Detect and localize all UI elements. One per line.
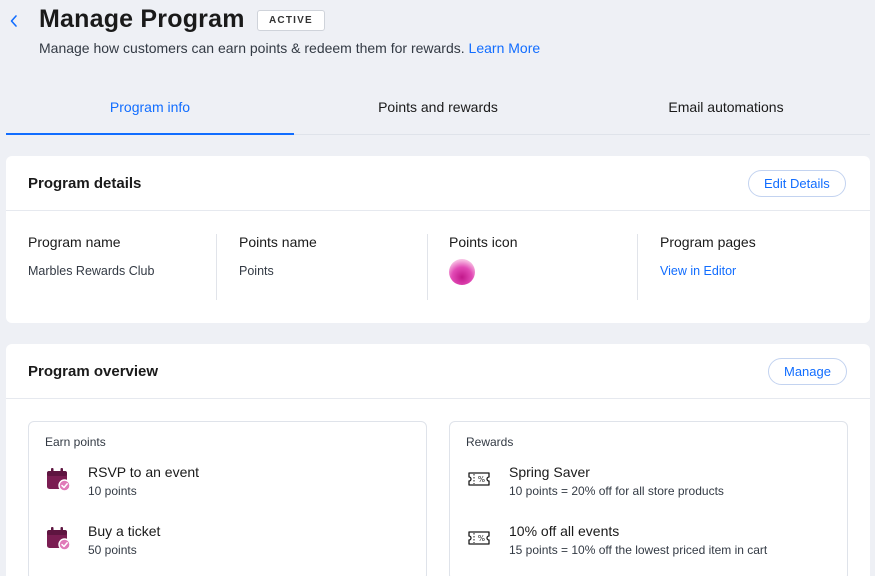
earn-points-panel: Earn points RSVP to an event 10 points B… bbox=[28, 421, 427, 576]
earn-item-points: 10 points bbox=[88, 484, 137, 498]
program-details-header: Program details Edit Details bbox=[6, 156, 870, 211]
tab-email-automations[interactable]: Email automations bbox=[582, 84, 870, 135]
coupon-icon: % bbox=[468, 472, 490, 486]
rewards-panel: Rewards % Spring Saver 10 points = 20% o… bbox=[449, 421, 848, 576]
chevron-left-icon bbox=[10, 15, 17, 27]
column-divider bbox=[637, 234, 638, 300]
page-header: Manage Program ACTIVE Manage how custome… bbox=[0, 0, 875, 70]
rewards-label: Rewards bbox=[466, 435, 514, 449]
subtitle-text: Manage how customers can earn points & r… bbox=[39, 40, 465, 56]
program-details-title: Program details bbox=[28, 175, 142, 192]
marble-icon bbox=[449, 259, 475, 285]
tab-program-info[interactable]: Program info bbox=[6, 84, 294, 135]
list-item[interactable]: RSVP to an event 10 points bbox=[45, 464, 415, 504]
list-item[interactable]: % Spring Saver 10 points = 20% off for a… bbox=[466, 464, 836, 504]
svg-text:%: % bbox=[478, 475, 485, 484]
coupon-icon: % bbox=[468, 531, 490, 545]
reward-item-title: 10% off all events bbox=[509, 523, 620, 539]
manage-button[interactable]: Manage bbox=[768, 358, 847, 385]
program-name-label: Program name bbox=[28, 234, 121, 250]
reward-item-desc: 10 points = 20% off for all store produc… bbox=[509, 484, 724, 498]
program-pages-label: Program pages bbox=[660, 234, 756, 250]
status-badge: ACTIVE bbox=[257, 10, 325, 31]
earn-points-label: Earn points bbox=[45, 435, 106, 449]
earn-item-title: RSVP to an event bbox=[88, 464, 200, 480]
points-name-value: Points bbox=[239, 264, 274, 278]
back-button[interactable] bbox=[4, 10, 24, 32]
list-item[interactable]: Buy a ticket 50 points bbox=[45, 523, 415, 563]
program-name-field: Program name Marbles Rewards Club bbox=[28, 234, 154, 300]
points-icon-field: Points icon bbox=[449, 234, 517, 300]
points-icon-label: Points icon bbox=[449, 234, 518, 250]
program-name-value: Marbles Rewards Club bbox=[28, 264, 155, 278]
earn-item-points: 50 points bbox=[88, 543, 137, 557]
svg-text:%: % bbox=[478, 534, 485, 543]
page-subtitle: Manage how customers can earn points & r… bbox=[39, 40, 540, 56]
program-overview-title: Program overview bbox=[28, 363, 159, 380]
points-name-label: Points name bbox=[239, 234, 317, 250]
page-title: Manage Program bbox=[39, 5, 245, 33]
reward-item-title: Spring Saver bbox=[509, 464, 590, 480]
tab-bar: Program info Points and rewards Email au… bbox=[6, 84, 870, 135]
points-name-field: Points name Points bbox=[239, 234, 317, 300]
list-item[interactable]: % 10% off all events 15 points = 10% off… bbox=[466, 523, 836, 563]
calendar-check-icon bbox=[47, 527, 71, 551]
edit-details-button[interactable]: Edit Details bbox=[748, 170, 846, 197]
program-overview-card: Program overview Manage Earn points RSVP… bbox=[6, 344, 870, 576]
calendar-check-icon bbox=[47, 468, 71, 492]
tab-points-and-rewards[interactable]: Points and rewards bbox=[294, 84, 582, 135]
program-pages-field: Program pages View in Editor bbox=[660, 234, 756, 300]
column-divider bbox=[427, 234, 428, 300]
earn-item-title: Buy a ticket bbox=[88, 523, 161, 539]
program-overview-header: Program overview Manage bbox=[6, 344, 870, 399]
reward-item-desc: 15 points = 10% off the lowest priced it… bbox=[509, 543, 768, 557]
view-in-editor-link[interactable]: View in Editor bbox=[660, 264, 756, 278]
program-details-card: Program details Edit Details Program nam… bbox=[6, 156, 870, 323]
learn-more-link[interactable]: Learn More bbox=[469, 40, 541, 56]
column-divider bbox=[216, 234, 217, 300]
